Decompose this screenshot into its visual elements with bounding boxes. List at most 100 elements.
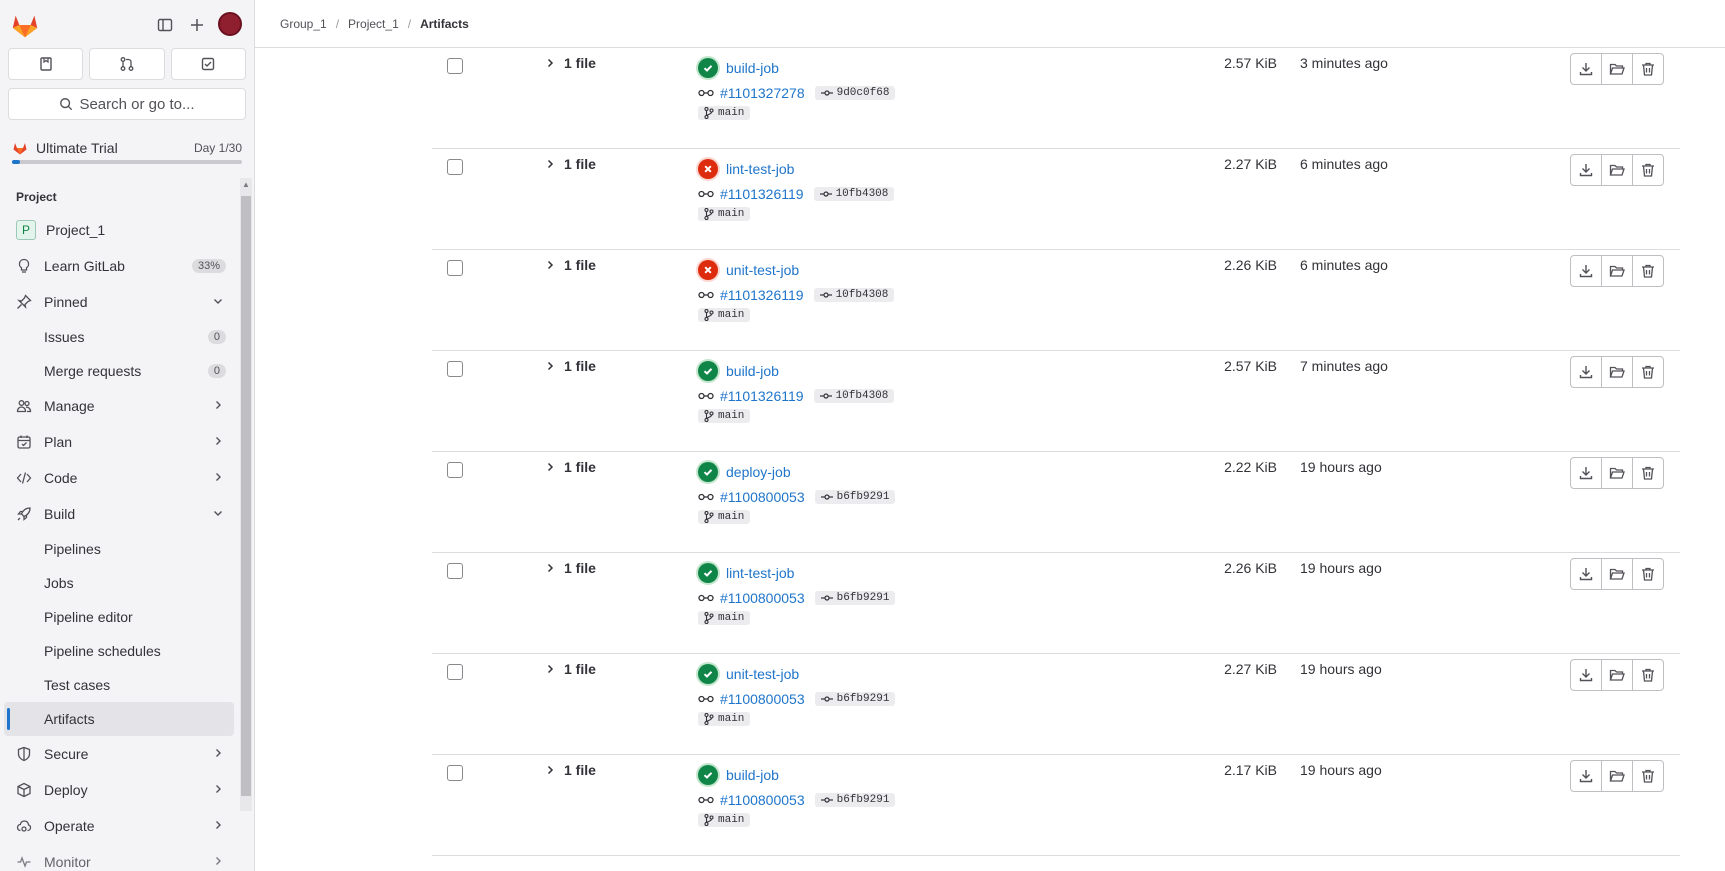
job-link[interactable]: build-job (726, 767, 779, 783)
job-link[interactable]: unit-test-job (726, 666, 799, 682)
scroll-up-arrow-icon[interactable]: ▲ (242, 180, 250, 189)
browse-button[interactable] (1601, 53, 1633, 85)
branch-badge[interactable]: main (698, 712, 751, 726)
sidebar-item-secure[interactable]: Secure (0, 736, 238, 772)
row-checkbox[interactable] (447, 260, 463, 276)
browse-button[interactable] (1601, 356, 1633, 388)
sidebar-item-jobs[interactable]: Jobs (0, 566, 238, 600)
expand-files-toggle[interactable]: 1 file (544, 156, 596, 172)
sidebar-item-project[interactable]: P Project_1 (0, 212, 238, 248)
sidebar-item-merge-requests[interactable]: Merge requests 0 (0, 354, 238, 388)
sidebar-item-build[interactable]: Build (0, 496, 238, 532)
expand-files-toggle[interactable]: 1 file (544, 257, 596, 273)
sidebar-item-artifacts[interactable]: Artifacts (4, 702, 234, 736)
avatar[interactable] (218, 12, 242, 36)
commit-sha[interactable]: 9d0c0f68 (814, 86, 896, 100)
status-success-icon[interactable] (698, 361, 718, 381)
branch-badge[interactable]: main (698, 308, 751, 322)
browse-button[interactable] (1601, 659, 1633, 691)
merge-requests-quick-button[interactable] (89, 48, 165, 80)
sidebar-item-pipeline-schedules[interactable]: Pipeline schedules (0, 634, 238, 668)
delete-button[interactable] (1632, 255, 1664, 287)
download-button[interactable] (1570, 457, 1602, 489)
sidebar-item-test-cases[interactable]: Test cases (0, 668, 238, 702)
browse-button[interactable] (1601, 255, 1633, 287)
pipeline-link[interactable]: #1101326119 (720, 186, 804, 202)
status-failed-icon[interactable] (698, 159, 718, 179)
breadcrumb-project[interactable]: Project_1 (348, 17, 399, 31)
row-checkbox[interactable] (447, 664, 463, 680)
issues-quick-button[interactable] (8, 48, 84, 80)
download-button[interactable] (1570, 558, 1602, 590)
pipeline-link[interactable]: #1100800053 (720, 590, 805, 606)
plus-icon[interactable] (184, 13, 210, 37)
pipeline-link[interactable]: #1101326119 (720, 388, 804, 404)
download-button[interactable] (1570, 255, 1602, 287)
todo-quick-button[interactable] (170, 48, 246, 80)
commit-sha[interactable]: 10fb4308 (813, 288, 895, 302)
breadcrumb-current[interactable]: Artifacts (420, 17, 469, 31)
status-failed-icon[interactable] (698, 260, 718, 280)
delete-button[interactable] (1632, 558, 1664, 590)
pipeline-link[interactable]: #1101327278 (720, 85, 805, 101)
branch-badge[interactable]: main (698, 510, 751, 524)
download-button[interactable] (1570, 760, 1602, 792)
delete-button[interactable] (1632, 53, 1664, 85)
commit-sha[interactable]: b6fb9291 (814, 692, 896, 706)
branch-badge[interactable]: main (698, 207, 751, 221)
sidebar-item-issues[interactable]: Issues 0 (0, 320, 238, 354)
commit-sha[interactable]: 10fb4308 (813, 187, 895, 201)
download-button[interactable] (1570, 356, 1602, 388)
delete-button[interactable] (1632, 457, 1664, 489)
commit-sha[interactable]: b6fb9291 (814, 591, 896, 605)
sidebar-item-monitor[interactable]: Monitor (0, 844, 238, 871)
job-link[interactable]: deploy-job (726, 464, 791, 480)
delete-button[interactable] (1632, 356, 1664, 388)
expand-files-toggle[interactable]: 1 file (544, 459, 596, 475)
pipeline-link[interactable]: #1100800053 (720, 792, 805, 808)
expand-files-toggle[interactable]: 1 file (544, 55, 596, 71)
branch-badge[interactable]: main (698, 813, 751, 827)
pipeline-link[interactable]: #1101326119 (720, 287, 804, 303)
browse-button[interactable] (1601, 457, 1633, 489)
sidebar-item-learn-gitlab[interactable]: Learn GitLab 33% (0, 248, 238, 284)
status-success-icon[interactable] (698, 563, 718, 583)
expand-files-toggle[interactable]: 1 file (544, 358, 596, 374)
browse-button[interactable] (1601, 760, 1633, 792)
row-checkbox[interactable] (447, 765, 463, 781)
pipeline-link[interactable]: #1100800053 (720, 489, 805, 505)
sidebar-item-pinned[interactable]: Pinned (0, 284, 238, 320)
download-button[interactable] (1570, 154, 1602, 186)
trial-widget[interactable]: Ultimate Trial Day 1/30 (12, 138, 242, 168)
row-checkbox[interactable] (447, 58, 463, 74)
status-success-icon[interactable] (698, 58, 718, 78)
job-link[interactable]: build-job (726, 60, 779, 76)
branch-badge[interactable]: main (698, 409, 751, 423)
job-link[interactable]: build-job (726, 363, 779, 379)
sidebar-item-plan[interactable]: Plan (0, 424, 238, 460)
branch-badge[interactable]: main (698, 611, 751, 625)
expand-files-toggle[interactable]: 1 file (544, 762, 596, 778)
delete-button[interactable] (1632, 154, 1664, 186)
commit-sha[interactable]: b6fb9291 (814, 793, 896, 807)
commit-sha[interactable]: b6fb9291 (814, 490, 896, 504)
pipeline-link[interactable]: #1100800053 (720, 691, 805, 707)
job-link[interactable]: lint-test-job (726, 161, 794, 177)
delete-button[interactable] (1632, 659, 1664, 691)
row-checkbox[interactable] (447, 462, 463, 478)
gitlab-logo-icon[interactable] (10, 10, 40, 40)
sidebar-item-pipelines[interactable]: Pipelines (0, 532, 238, 566)
sidebar-scrollbar[interactable]: ▲ (240, 178, 252, 811)
row-checkbox[interactable] (447, 361, 463, 377)
sidebar-item-deploy[interactable]: Deploy (0, 772, 238, 808)
commit-sha[interactable]: 10fb4308 (813, 389, 895, 403)
sidebar-item-operate[interactable]: Operate (0, 808, 238, 844)
browse-button[interactable] (1601, 154, 1633, 186)
download-button[interactable] (1570, 659, 1602, 691)
sidebar-item-code[interactable]: Code (0, 460, 238, 496)
expand-files-toggle[interactable]: 1 file (544, 661, 596, 677)
breadcrumb-group[interactable]: Group_1 (280, 17, 327, 31)
download-button[interactable] (1570, 53, 1602, 85)
row-checkbox[interactable] (447, 563, 463, 579)
status-success-icon[interactable] (698, 664, 718, 684)
